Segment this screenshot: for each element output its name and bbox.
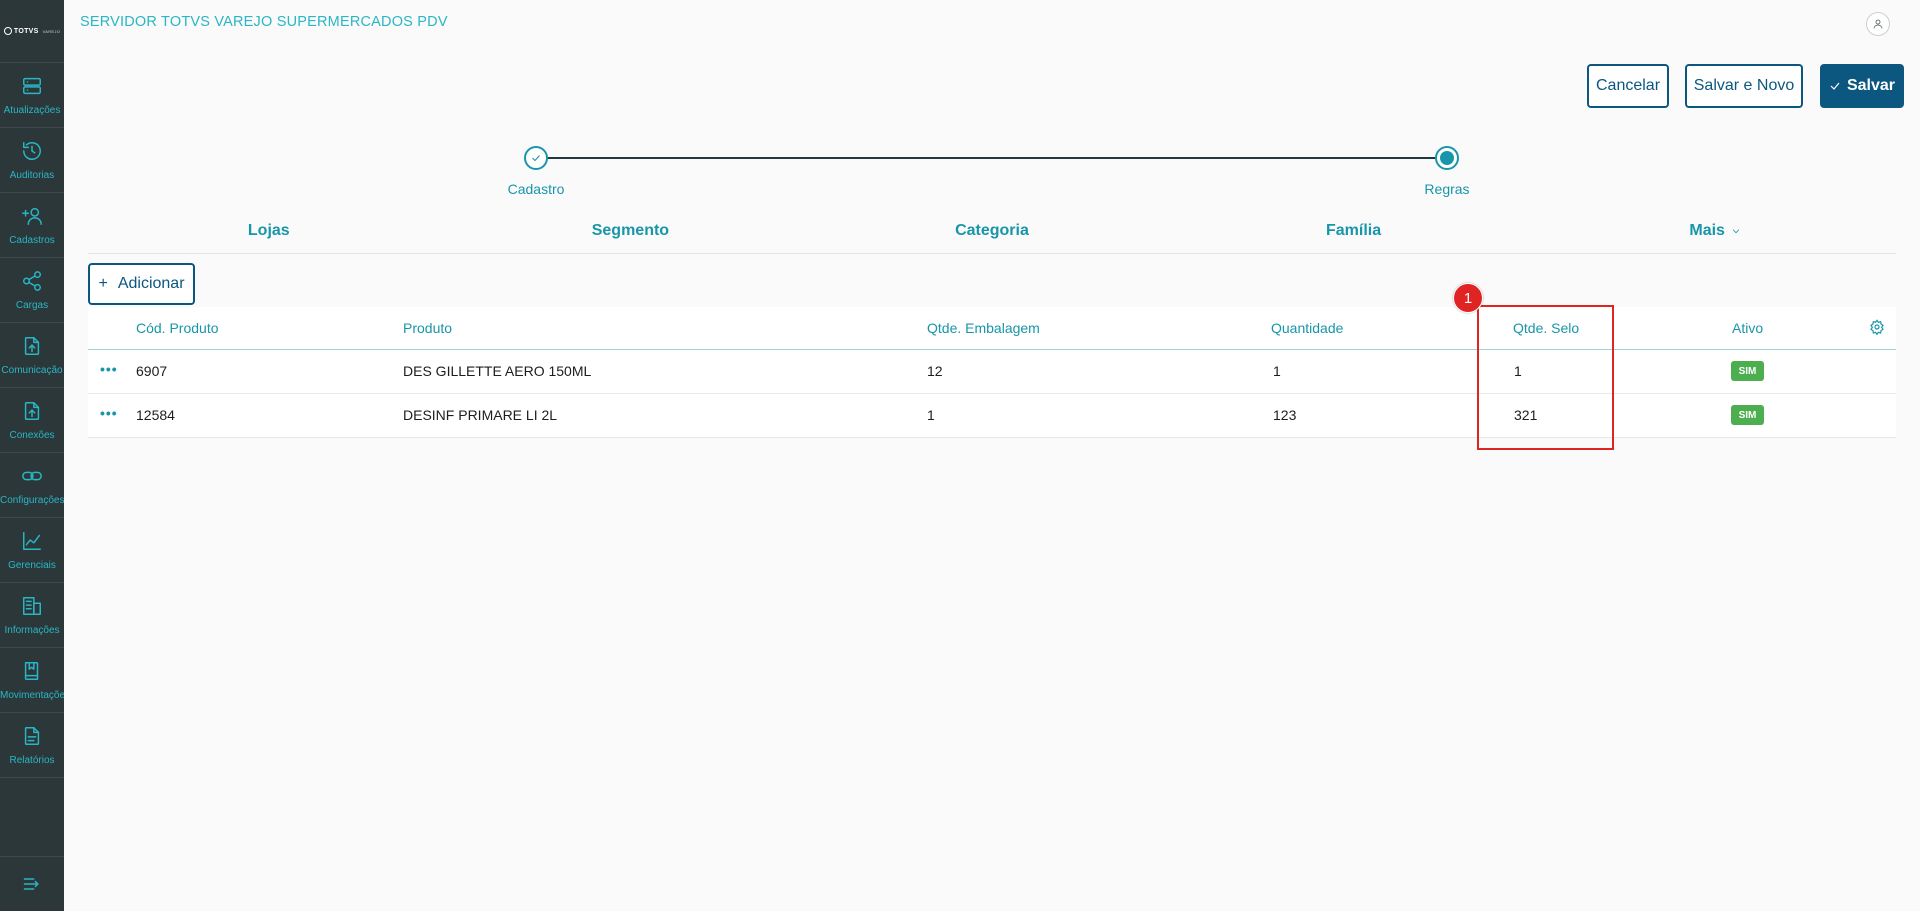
tab-categoria[interactable]: Categoria: [811, 214, 1173, 253]
column-header-quantidade[interactable]: Quantidade: [1271, 320, 1343, 336]
annotation-marker: 1: [1453, 283, 1483, 313]
step-regras-indicator[interactable]: [1435, 146, 1459, 170]
status-badge: SIM: [1731, 361, 1764, 381]
sidebar-item-comunicacao[interactable]: Comunicação: [0, 323, 64, 388]
check-icon: [532, 155, 540, 162]
sidebar-item-cadastros[interactable]: Cadastros: [0, 193, 64, 258]
app-title: SERVIDOR TOTVS VAREJO SUPERMERCADOS PDV: [80, 14, 448, 30]
row-actions-button[interactable]: •••: [100, 406, 118, 420]
file-upload-icon: [24, 401, 40, 420]
tab-bar: Lojas Segmento Categoria Família Mais: [88, 214, 1896, 254]
chart-icon: [23, 531, 41, 550]
save-and-new-button[interactable]: Salvar e Novo: [1685, 64, 1803, 108]
cancel-button[interactable]: Cancelar: [1587, 64, 1669, 108]
tab-lojas[interactable]: Lojas: [88, 214, 450, 253]
building-icon: [23, 596, 41, 615]
cell-embalagem: 12: [927, 363, 943, 379]
table-row[interactable]: ••• 12584 DESINF PRIMARE LI 2L 1 123 321…: [88, 394, 1896, 438]
sidebar-item-label: Atualizações: [3, 104, 61, 116]
sidebar-item-label: Auditorias: [9, 169, 55, 181]
tab-mais-label: Mais: [1689, 222, 1725, 239]
totvs-logo[interactable]: TOTVS VAREJO: [0, 0, 64, 63]
table-header: Cód. Produto Produto Qtde. Embalagem Qua…: [88, 307, 1896, 350]
status-badge: SIM: [1731, 405, 1764, 425]
cell-quantidade: 123: [1273, 407, 1297, 423]
link-icon: [22, 471, 42, 480]
sidebar-item-label: Informações: [4, 624, 60, 636]
document-icon: [24, 726, 40, 745]
column-header-codigo[interactable]: Cód. Produto: [136, 320, 219, 336]
cell-quantidade: 1: [1273, 363, 1281, 379]
tab-familia[interactable]: Família: [1173, 214, 1535, 253]
server-icon: [23, 77, 41, 94]
tab-mais[interactable]: Mais: [1534, 214, 1896, 253]
sidebar-item-cargas[interactable]: Cargas: [0, 258, 64, 323]
sidebar-item-label: Cadastros: [9, 234, 55, 246]
save-button[interactable]: Salvar: [1820, 64, 1904, 108]
sidebar-item-relatorios[interactable]: Relatórios: [0, 713, 64, 778]
tab-segmento[interactable]: Segmento: [450, 214, 812, 253]
user-avatar[interactable]: [1866, 12, 1890, 36]
sidebar: TOTVS VAREJO Atualizações Auditorias Cad…: [0, 0, 64, 911]
save-button-label: Salvar: [1846, 77, 1896, 94]
row-actions-button[interactable]: •••: [100, 362, 118, 376]
add-user-icon: [22, 207, 42, 225]
cell-codigo: 6907: [136, 363, 168, 379]
step-regras-label: Regras: [1424, 181, 1470, 197]
sidebar-item-label: Comunicação: [1, 364, 63, 376]
sidebar-item-label: Gerenciais: [8, 559, 56, 571]
logo-text: TOTVS: [13, 27, 39, 35]
sidebar-item-conexoes[interactable]: Conexões: [0, 388, 64, 453]
step-cadastro-label: Cadastro: [507, 181, 565, 197]
file-upload-icon: [24, 336, 40, 355]
history-icon: [23, 141, 41, 160]
column-header-produto[interactable]: Produto: [403, 320, 452, 336]
cell-embalagem: 1: [927, 407, 935, 423]
share-icon: [23, 270, 41, 291]
sidebar-item-label: Relatórios: [9, 754, 55, 766]
chevron-down-icon: [1732, 229, 1740, 234]
logo-subtext: VAREJO: [42, 28, 61, 34]
collapse-menu-button[interactable]: [0, 856, 64, 911]
column-header-embalagem[interactable]: Qtde. Embalagem: [927, 320, 1040, 336]
active-step-dot: [1440, 151, 1454, 165]
column-header-ativo[interactable]: Ativo: [1732, 320, 1763, 336]
stepper-line: [547, 157, 1447, 159]
sidebar-item-informacoes[interactable]: Informações: [0, 583, 64, 648]
check-icon: [1830, 82, 1840, 90]
table-row[interactable]: ••• 6907 DES GILLETTE AERO 150ML 12 1 1 …: [88, 350, 1896, 394]
products-table: Cód. Produto Produto Qtde. Embalagem Qua…: [88, 307, 1896, 438]
plus-icon: +: [98, 275, 108, 292]
gear-icon: [1870, 319, 1884, 336]
sidebar-item-movimentacoes[interactable]: Movimentações: [0, 648, 64, 713]
sidebar-item-label: Configurações: [0, 494, 64, 506]
cell-codigo: 12584: [136, 407, 175, 423]
cell-produto: DES GILLETTE AERO 150ML: [403, 363, 592, 379]
step-cadastro-indicator[interactable]: [524, 146, 548, 170]
sidebar-item-atualizacoes[interactable]: Atualizações: [0, 63, 64, 128]
add-button-label: Adicionar: [117, 275, 185, 292]
sidebar-item-auditorias[interactable]: Auditorias: [0, 128, 64, 193]
cell-produto: DESINF PRIMARE LI 2L: [403, 407, 558, 423]
collapse-icon: [23, 878, 39, 890]
logo-ring-icon: [3, 27, 12, 35]
sidebar-item-label: Movimentações: [0, 689, 64, 701]
table-settings-button[interactable]: [1869, 319, 1885, 336]
sidebar-item-label: Conexões: [9, 429, 55, 441]
annotation-highlight-box: [1477, 305, 1614, 450]
book-icon: [24, 661, 39, 680]
add-button[interactable]: + Adicionar: [88, 263, 195, 305]
sidebar-item-gerenciais[interactable]: Gerenciais: [0, 518, 64, 583]
user-icon: [1873, 19, 1883, 29]
sidebar-item-configuracoes[interactable]: Configurações: [0, 453, 64, 518]
sidebar-item-label: Cargas: [15, 299, 49, 311]
